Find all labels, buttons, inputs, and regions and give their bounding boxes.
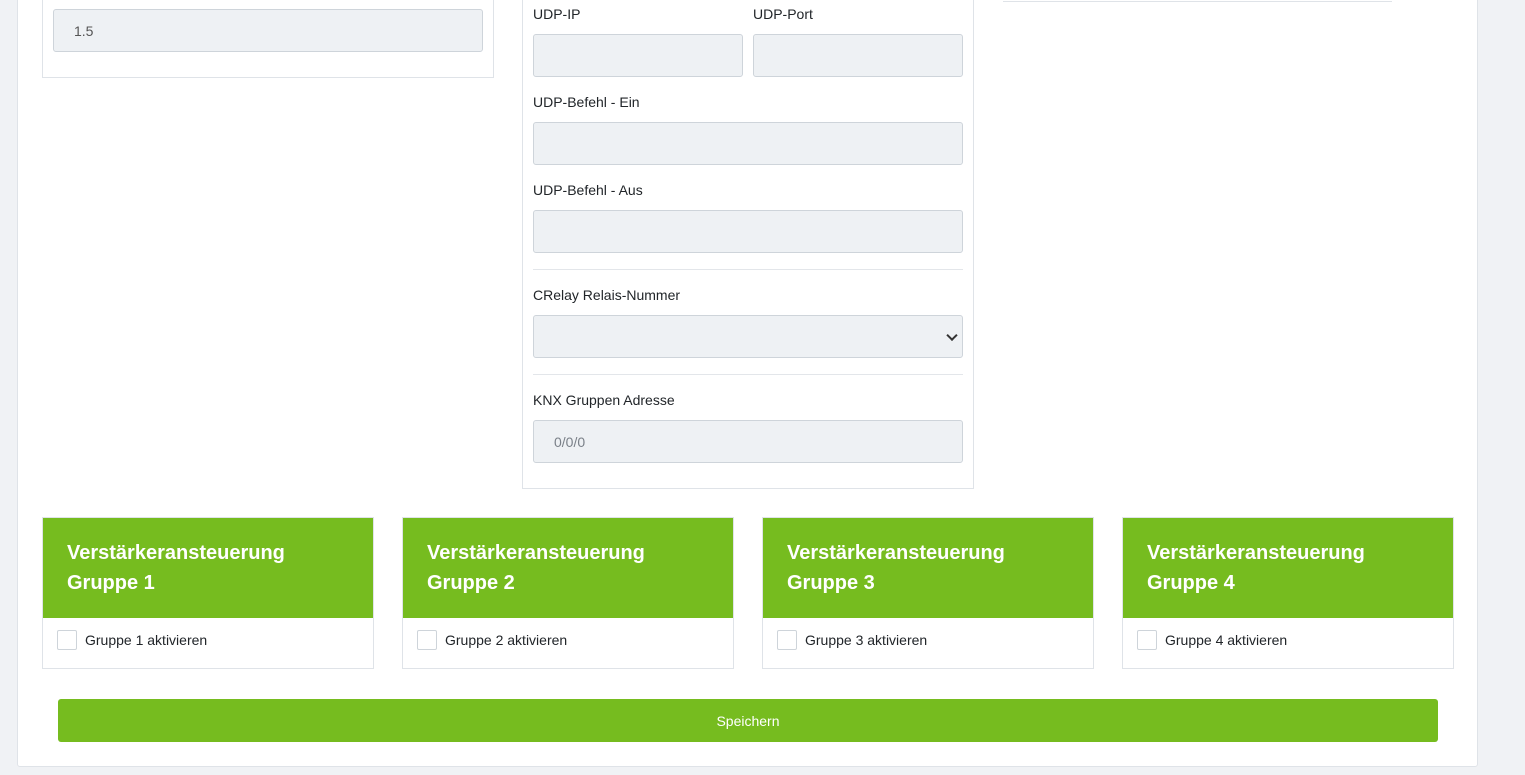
udp-settings-card: UDP-IP UDP-Port UDP-Befehl - Ein UDP-Bef…: [522, 0, 974, 489]
udp-cmd-on-label: UDP-Befehl - Ein: [533, 94, 640, 110]
divider: [533, 374, 963, 375]
group-title: Verstärkeransteuerung Gruppe 2: [403, 518, 733, 618]
group-1-checkbox-label[interactable]: Gruppe 1 aktivieren: [85, 632, 207, 648]
knx-placeholder: 0/0/0: [554, 433, 586, 450]
group-3-checkbox[interactable]: [777, 630, 797, 650]
group-card-2: Verstärkeransteuerung Gruppe 2 Gruppe 2 …: [402, 517, 734, 669]
left-value-text: 1.5: [74, 22, 94, 39]
left-card: 1.5: [42, 0, 494, 78]
group-title: Verstärkeransteuerung Gruppe 4: [1123, 518, 1453, 618]
udp-ip-label: UDP-IP: [533, 6, 581, 22]
udp-cmd-on-input[interactable]: [533, 122, 963, 165]
group-card-4: Verstärkeransteuerung Gruppe 4 Gruppe 4 …: [1122, 517, 1454, 669]
group-4-checkbox-label[interactable]: Gruppe 4 aktivieren: [1165, 632, 1287, 648]
group-2-checkbox-label[interactable]: Gruppe 2 aktivieren: [445, 632, 567, 648]
knx-label: KNX Gruppen Adresse: [533, 392, 675, 408]
udp-port-input[interactable]: [753, 34, 963, 77]
crelay-select[interactable]: [533, 315, 963, 358]
crelay-label: CRelay Relais-Nummer: [533, 287, 681, 303]
group-card-1: Verstärkeransteuerung Gruppe 1 Gruppe 1 …: [42, 517, 374, 669]
udp-cmd-off-input[interactable]: [533, 210, 963, 253]
group-1-checkbox[interactable]: [57, 630, 77, 650]
group-2-checkbox[interactable]: [417, 630, 437, 650]
save-button[interactable]: Speichern: [58, 699, 1438, 742]
group-card-3: Verstärkeransteuerung Gruppe 3 Gruppe 3 …: [762, 517, 1094, 669]
left-value-input[interactable]: 1.5: [53, 9, 483, 52]
udp-port-label: UDP-Port: [753, 6, 813, 22]
knx-address-input[interactable]: 0/0/0: [533, 420, 963, 463]
group-4-checkbox[interactable]: [1137, 630, 1157, 650]
right-divider: [1003, 1, 1392, 2]
udp-ip-input[interactable]: [533, 34, 743, 77]
chevron-down-icon: [946, 329, 958, 341]
udp-cmd-off-label: UDP-Befehl - Aus: [533, 182, 643, 198]
group-3-checkbox-label[interactable]: Gruppe 3 aktivieren: [805, 632, 927, 648]
divider: [533, 269, 963, 270]
group-title: Verstärkeransteuerung Gruppe 1: [43, 518, 373, 618]
group-title: Verstärkeransteuerung Gruppe 3: [763, 518, 1093, 618]
